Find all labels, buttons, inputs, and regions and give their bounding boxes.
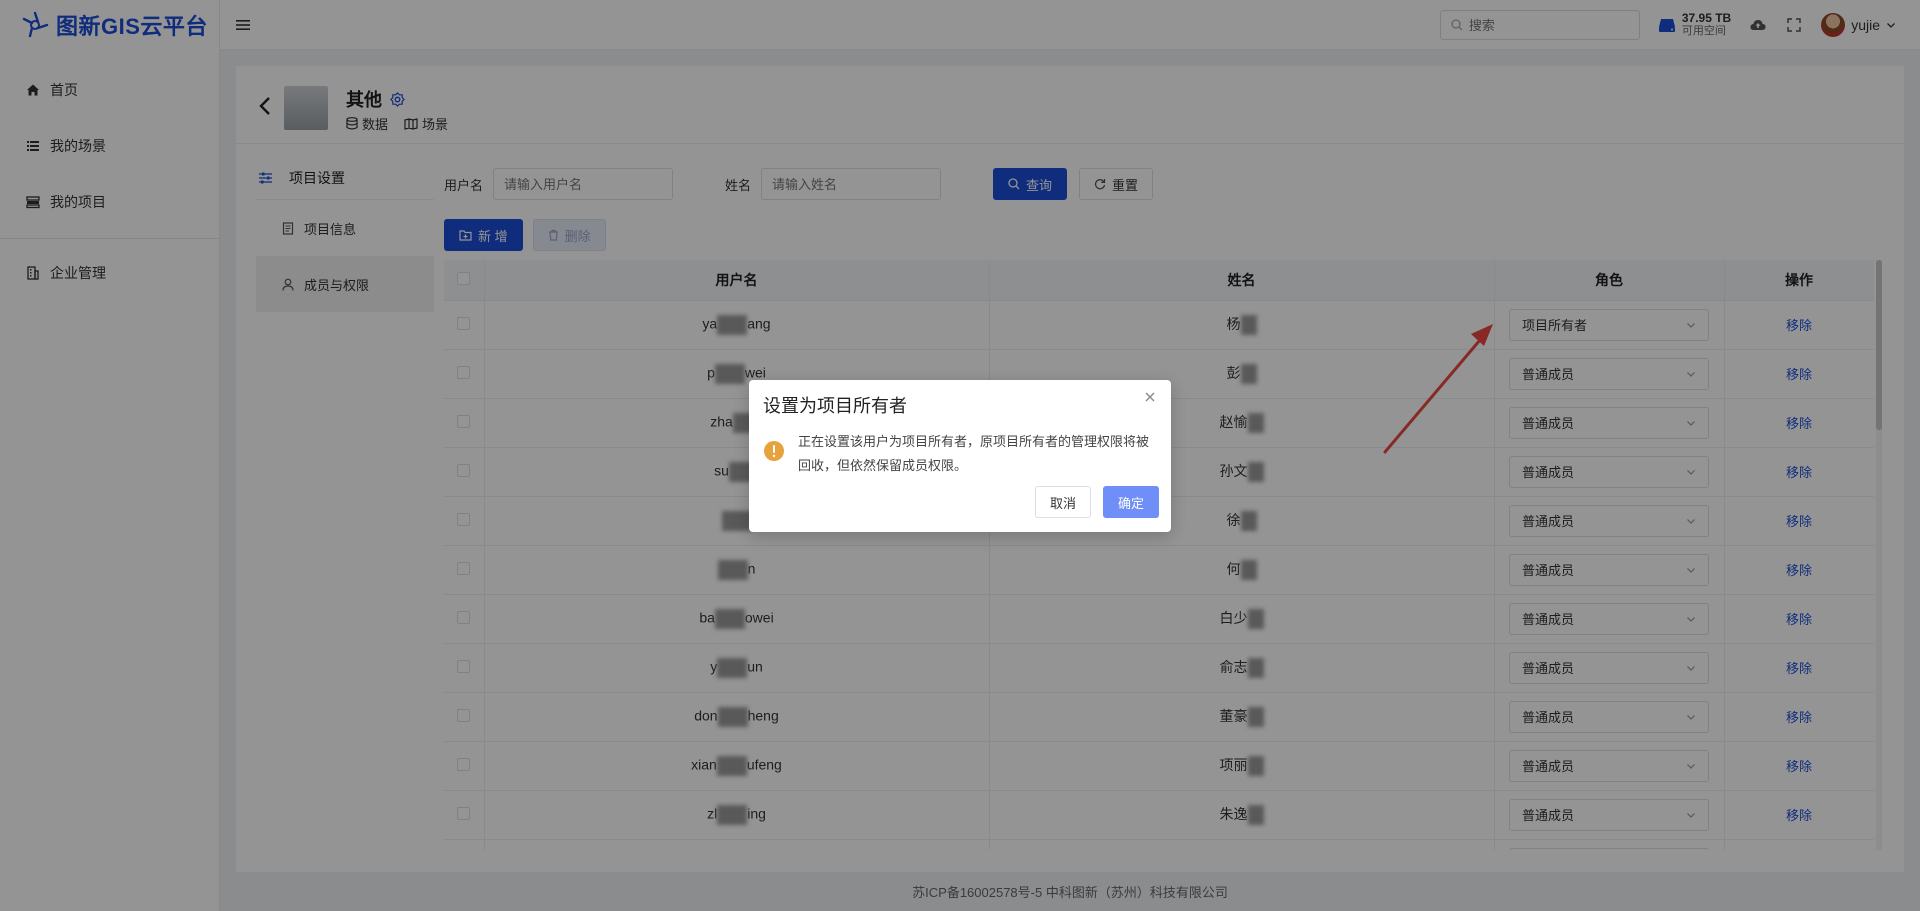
close-icon[interactable] [1143,390,1157,404]
dialog-title: 设置为项目所有者 [763,396,907,416]
confirm-button[interactable]: 确定 [1102,486,1159,518]
dialog-message: 正在设置该用户为项目所有者，原项目所有者的管理权限将被回收，但依然保留成员权限。 [798,434,1150,473]
confirm-dialog: 设置为项目所有者 正在设置该用户为项目所有者，原项目所有者的管理权限将被回收，但… [749,380,1171,532]
cancel-button[interactable]: 取消 [1034,486,1091,518]
warning-icon [764,441,784,461]
dialog-buttons: 取消 确定 [1034,486,1159,518]
